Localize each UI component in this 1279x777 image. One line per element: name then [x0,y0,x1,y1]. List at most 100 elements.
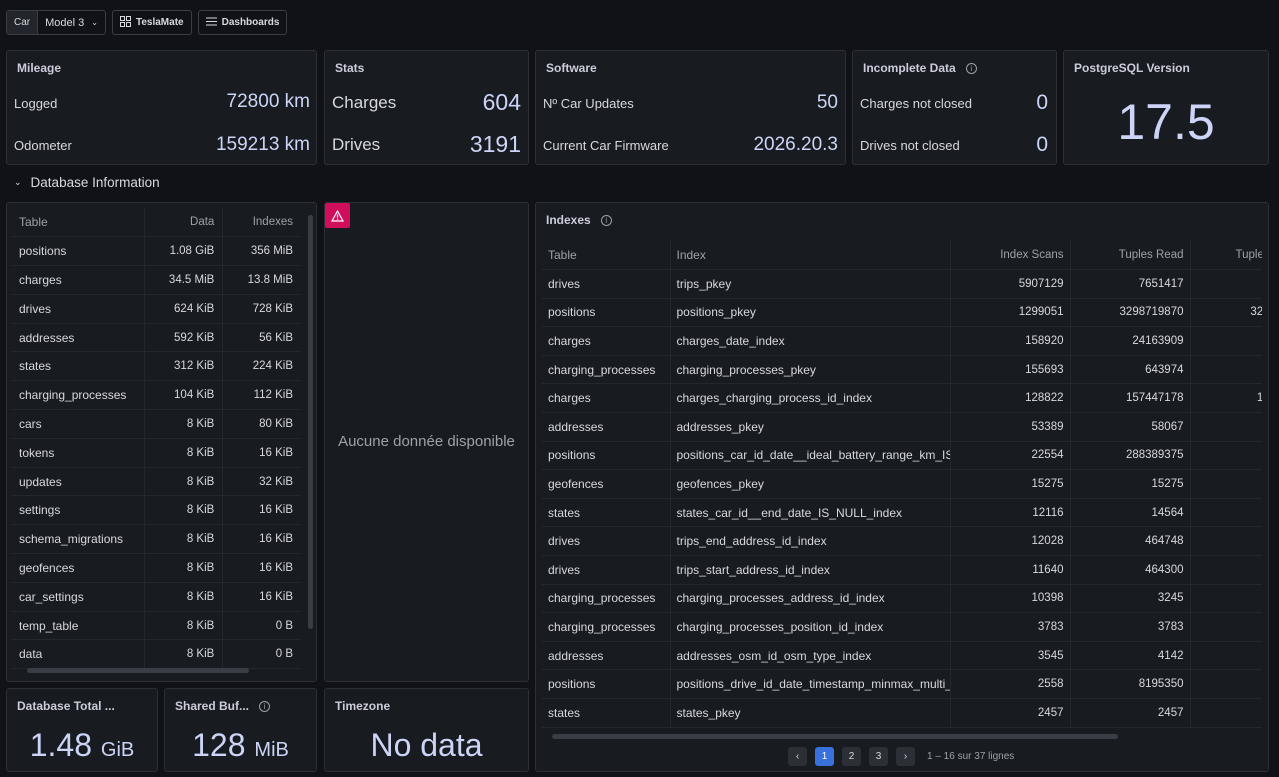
column-header-table[interactable]: Table [542,241,671,271]
grid-icon [119,15,131,30]
chevron-down-icon: ⌄ [14,177,22,187]
cell-tuples-fetched: 24 [1190,326,1262,356]
dashboards-link-button[interactable]: Dashboards [197,10,288,35]
cell-table: settings [11,495,145,526]
cell-table: states [11,351,145,382]
cell-table: positions [542,669,671,699]
cell-table: tokens [11,438,145,468]
cell-table: drives [542,269,671,299]
stats-panel: Stats Charges 604 Drives 3191 [324,50,529,165]
cell-tuples-fetched [1190,612,1262,642]
table-row: charging_processes charging_processes_add… [542,584,1262,614]
drives-not-closed-value: 0 [1036,133,1048,156]
info-icon[interactable]: i [259,701,271,712]
table-row: positions 1.08 GiB 356 MiB [11,236,301,267]
cell-index: trips_pkey [670,269,951,299]
cell-index: states_car_id__end_date_IS_NULL_index [670,498,951,528]
odometer-value: 159213 km [215,134,310,155]
no-data-panel: Aucune donnée disponible [324,202,529,682]
table-row: charges charges_charging_process_id_index… [542,383,1262,414]
column-header-tuples-fetched[interactable]: Tuples I [1190,241,1262,271]
table-header-row: Table Index Index Scans Tuples Read Tupl… [542,241,1262,271]
drives-value: 3191 [469,131,521,157]
cell-tuples-read: 3298719870 [1070,298,1191,328]
cell-index-scans: 3545 [950,641,1071,671]
cell-index-scans: 12028 [950,526,1071,557]
table-row: car_settings 8 KiB 16 KiB [11,582,301,612]
cell-indexes: 80 KiB [222,409,301,439]
indexes-table: Table Index Index Scans Tuples Read Tupl… [542,241,1262,728]
stats-title: Stats [335,61,365,75]
car-selector[interactable]: Car Model 3 ⌄ [6,10,106,35]
cell-index: charges_charging_process_id_index [670,383,951,414]
cell-data: 34.5 MiB [144,265,224,295]
table-row: addresses addresses_pkey 53389 58067 [542,412,1262,442]
column-header-indexes[interactable]: Indexes [222,208,301,238]
vertical-scrollbar[interactable] [308,215,313,629]
cell-table: states [542,698,671,728]
cell-table: charging_processes [11,380,145,411]
cell-data: 8 KiB [144,438,224,468]
column-header-data[interactable]: Data [144,208,224,238]
column-header-index-scans[interactable]: Index Scans [950,241,1071,271]
page-list: 123 [815,747,888,766]
cell-table: drives [542,555,671,585]
charges-label: Charges [332,93,397,112]
cell-index-scans: 1299051 [950,298,1071,328]
cell-tuples-fetched [1190,469,1262,499]
cell-table: charges [542,383,671,414]
cell-tuples-fetched [1190,698,1262,728]
info-icon[interactable]: i [600,215,612,226]
database-information-row[interactable]: ⌄ Database Information [14,175,160,190]
car-selector-label: Car [7,11,39,34]
charges-not-closed-value: 0 [1036,91,1048,114]
car-selector-value[interactable]: Model 3 ⌄ [38,11,105,34]
column-header-tuples-read[interactable]: Tuples Read [1070,241,1191,271]
prev-page-button[interactable]: ‹ [788,747,807,766]
incomplete-data-panel: Incomplete Data i Charges not closed 0 Dr… [852,50,1057,165]
next-page-button[interactable]: › [896,747,915,766]
horizontal-scrollbar[interactable] [552,734,1118,739]
cell-table: charging_processes [542,584,671,614]
table-header-row: Table Data Indexes [11,208,301,238]
cell-tuples-read: 4142 [1070,641,1191,671]
column-header-table[interactable]: Table [11,208,145,238]
cell-indexes: 356 MiB [222,236,301,267]
cell-index: charging_processes_position_id_index [670,612,951,642]
info-icon[interactable]: i [965,63,977,74]
warning-icon[interactable] [325,203,350,228]
page-button[interactable]: 3 [869,747,888,766]
cell-tuples-read: 464748 [1070,526,1191,557]
cell-index-scans: 128822 [950,383,1071,414]
cell-tuples-read: 643974 [1070,355,1191,385]
cell-index: states_pkey [670,698,951,728]
incomplete-data-title: Incomplete Data i [863,61,977,75]
incomplete-title-text: Incomplete Data [863,61,956,75]
cell-tuples-fetched [1190,555,1262,585]
charges-value: 604 [482,89,521,115]
cell-indexes: 16 KiB [222,524,301,555]
table-row: drives trips_start_address_id_index 11640 4… [542,555,1262,585]
cell-data: 104 KiB [144,380,224,411]
horizontal-scrollbar[interactable] [27,668,249,673]
table-row: charging_processes 104 KiB 112 KiB [11,380,301,411]
cell-index-scans: 12116 [950,498,1071,528]
cell-index: addresses_pkey [670,412,951,442]
drives-label: Drives [332,135,381,154]
cell-tuples-fetched [1190,584,1262,614]
database-total-unit: GiB [100,739,135,761]
cell-index: trips_start_address_id_index [670,555,951,585]
dashboards-label: Dashboards [221,17,280,28]
cell-table: drives [542,526,671,557]
cell-tuples-fetched: 7 [1190,269,1262,299]
teslamate-link-button[interactable]: TeslaMate [111,10,192,35]
page-button[interactable]: 1 [815,747,834,766]
cell-table: charges [11,265,145,295]
cell-data: 312 KiB [144,351,224,382]
table-row: positions positions_drive_id_date_timesta… [542,669,1262,699]
table-row: data 8 KiB 0 B [11,639,301,670]
cell-indexes: 16 KiB [222,438,301,468]
column-header-index[interactable]: Index [670,241,951,271]
cell-data: 1.08 GiB [144,236,224,267]
page-button[interactable]: 2 [842,747,861,766]
